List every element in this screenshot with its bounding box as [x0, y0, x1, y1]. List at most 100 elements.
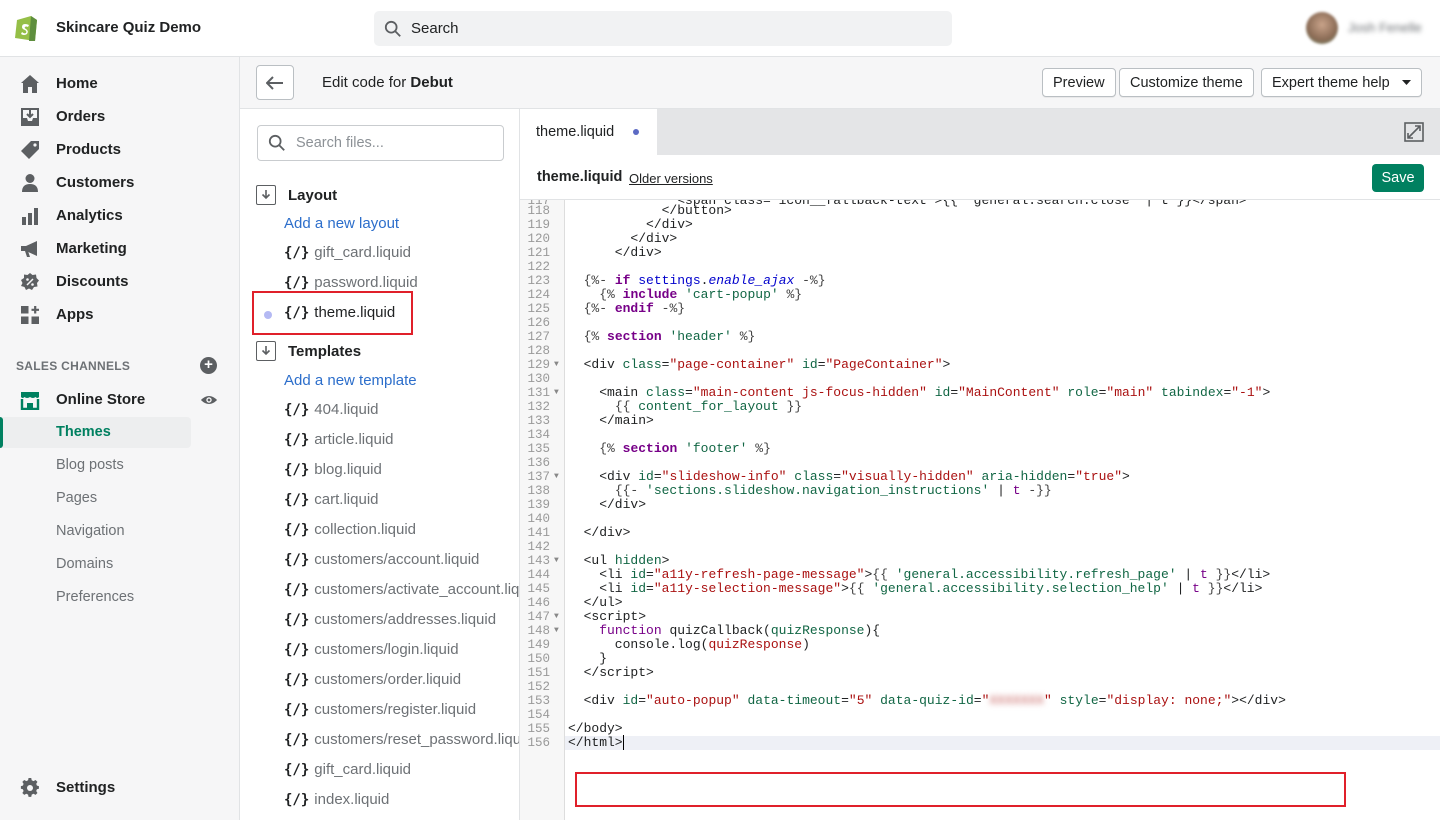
code-line: 129 ▼ <div class="page-container" id="Pag… — [520, 358, 1440, 373]
fold-arrow-icon[interactable]: ▼ — [554, 624, 559, 638]
user-avatar[interactable] — [1306, 12, 1338, 44]
preview-button[interactable]: Preview — [1042, 68, 1116, 97]
code-line: 152 — [520, 680, 1440, 694]
line-number: 146 — [527, 596, 550, 610]
fold-arrow-icon[interactable]: ▼ — [554, 610, 559, 624]
line-number: 125 — [527, 302, 550, 316]
file-item-customers-reset-password[interactable]: {/} customers/reset_password.liquid — [284, 731, 519, 748]
file-item-customers-login[interactable]: {/} customers/login.liquid — [284, 641, 459, 658]
sidebar-subitem-domains[interactable]: Domains — [56, 556, 113, 572]
code-line: 137 ▼ <div id="slideshow-info" class="vis… — [520, 470, 1440, 485]
home-icon — [20, 74, 40, 94]
sidebar-subitem-preferences[interactable]: Preferences — [56, 589, 134, 605]
sidebar-subitem-pages[interactable]: Pages — [56, 490, 97, 506]
sidebar-item-label: Home — [56, 75, 98, 92]
save-button[interactable]: Save — [1372, 164, 1424, 192]
file-item-customers-account[interactable]: {/} customers/account.liquid — [284, 551, 479, 568]
file-name: customers/login.liquid — [314, 641, 459, 658]
folder-download-icon — [256, 341, 276, 361]
apps-icon — [20, 305, 40, 325]
file-item-customers-activate-account[interactable]: {/} customers/activate_account.liquid — [284, 581, 519, 598]
discount-icon — [20, 272, 40, 292]
file-item-password[interactable]: {/} password.liquid — [284, 274, 418, 291]
sidebar-item-customers[interactable]: Customers — [0, 166, 240, 199]
sidebar-item-home[interactable]: Home — [0, 67, 240, 100]
file-item-customers-order[interactable]: {/} customers/order.liquid — [284, 671, 461, 688]
megaphone-icon — [20, 239, 40, 259]
expand-icon[interactable] — [1404, 122, 1424, 142]
line-number: 144 — [527, 568, 550, 582]
fold-arrow-icon[interactable]: ▼ — [554, 470, 559, 484]
code-line: 141 </div> — [520, 526, 1440, 541]
sidebar-item-apps[interactable]: Apps — [0, 298, 240, 331]
file-item-collection[interactable]: {/} collection.liquid — [284, 521, 416, 538]
line-number: 120 — [527, 232, 550, 246]
file-item-gift-card-layout[interactable]: {/} gift_card.liquid — [284, 244, 411, 261]
sidebar-item-marketing[interactable]: Marketing — [0, 232, 240, 265]
sidebar-item-label: Products — [56, 141, 122, 158]
sidebar-subitem-themes[interactable]: Themes — [56, 424, 111, 440]
shopify-logo-icon[interactable] — [14, 14, 40, 42]
code-editor-panel: theme.liquid theme.liquid Older versions… — [520, 109, 1440, 820]
code-line: 118 </button> — [520, 204, 1440, 219]
highlight-box-theme-file — [252, 291, 413, 335]
editor-file-name: theme.liquid — [537, 169, 623, 185]
sidebar-item-products[interactable]: Products — [0, 133, 240, 166]
expert-theme-help-button[interactable]: Expert theme help — [1261, 68, 1422, 97]
sidebar-item-orders[interactable]: Orders — [0, 100, 240, 133]
back-button[interactable] — [256, 65, 294, 100]
sidebar-item-label: Orders — [56, 108, 106, 125]
line-number: 124 — [527, 288, 550, 302]
line-number: 140 — [527, 512, 550, 526]
code-line: 144 <li id="a11y-refresh-page-message">{… — [520, 568, 1440, 583]
line-number: 123 — [527, 274, 550, 288]
line-number: 121 — [527, 246, 550, 260]
file-item-cart[interactable]: {/} cart.liquid — [284, 491, 379, 508]
code-line: 148 ▼ function quizCallback(quizResponse)… — [520, 624, 1440, 639]
add-sales-channel-icon[interactable]: + — [200, 357, 217, 374]
tab-theme-liquid[interactable]: theme.liquid — [520, 109, 657, 155]
add-new-template-link[interactable]: Add a new template — [284, 372, 417, 389]
file-item-blog[interactable]: {/} blog.liquid — [284, 461, 382, 478]
line-number: 143 — [527, 554, 550, 568]
fold-arrow-icon[interactable]: ▼ — [554, 386, 559, 400]
line-number: 139 — [527, 498, 550, 512]
liquid-file-icon: {/} — [284, 551, 310, 568]
fold-arrow-icon[interactable]: ▼ — [554, 554, 559, 568]
file-item-index[interactable]: {/} index.liquid — [284, 791, 389, 808]
file-item-customers-addresses[interactable]: {/} customers/addresses.liquid — [284, 611, 496, 628]
file-item-gift-card-template[interactable]: {/} gift_card.liquid — [284, 761, 411, 778]
liquid-file-icon: {/} — [284, 761, 310, 778]
add-new-layout-link[interactable]: Add a new layout — [284, 215, 399, 232]
line-number: 135 — [527, 442, 550, 456]
line-number: 126 — [527, 316, 550, 330]
line-number: 155 — [527, 722, 550, 736]
store-name[interactable]: Skincare Quiz Demo — [56, 19, 201, 36]
liquid-file-icon: {/} — [284, 581, 310, 598]
code-line: 130 — [520, 372, 1440, 386]
fold-arrow-icon[interactable]: ▼ — [554, 358, 559, 372]
sidebar-subitem-navigation[interactable]: Navigation — [56, 523, 125, 539]
sidebar-item-settings[interactable]: Settings — [0, 771, 240, 804]
code-area[interactable]: 117 <span class="icon__fallback-text">{{… — [520, 199, 1440, 820]
file-name: index.liquid — [314, 791, 390, 808]
line-number: 137 — [527, 470, 550, 484]
sidebar-item-discounts[interactable]: Discounts — [0, 265, 240, 298]
global-search-input[interactable]: Search — [374, 11, 952, 46]
file-item-article[interactable]: {/} article.liquid — [284, 431, 394, 448]
older-versions-link[interactable]: Older versions — [629, 171, 713, 186]
sidebar-subitem-blog-posts[interactable]: Blog posts — [56, 457, 124, 473]
file-item-404[interactable]: {/} 404.liquid — [284, 401, 379, 418]
folder-templates[interactable]: Templates — [256, 341, 361, 361]
sidebar-item-analytics[interactable]: Analytics — [0, 199, 240, 232]
liquid-file-icon: {/} — [284, 401, 310, 418]
search-files-input[interactable]: Search files... — [257, 125, 504, 161]
code-line: 125 {%- endif -%} — [520, 302, 1440, 317]
arrow-left-icon — [266, 75, 283, 90]
user-name[interactable]: Josh Fenelle — [1348, 20, 1422, 35]
file-item-customers-register[interactable]: {/} customers/register.liquid — [284, 701, 476, 718]
line-number: 142 — [527, 540, 550, 554]
eye-icon[interactable] — [200, 391, 218, 409]
folder-layout[interactable]: Layout — [256, 185, 337, 205]
customize-theme-button[interactable]: Customize theme — [1119, 68, 1254, 97]
